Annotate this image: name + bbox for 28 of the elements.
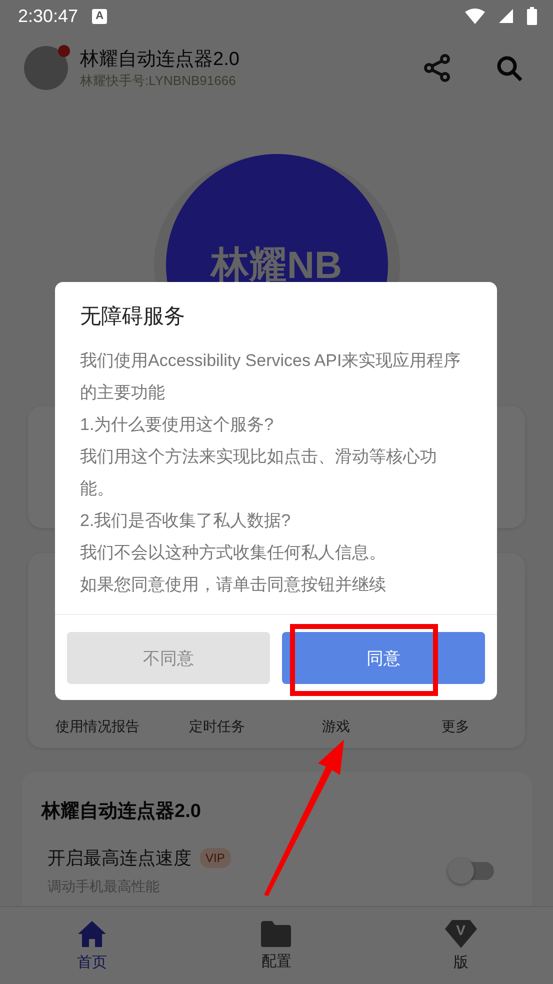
nav-tab[interactable]: 首页 — [0, 907, 184, 984]
home-icon — [76, 919, 108, 949]
app-title: 林耀自动连点器2.0 — [80, 48, 240, 72]
wifi-icon — [465, 8, 485, 24]
shortcut-label[interactable]: 游戏 — [276, 718, 396, 736]
battery-icon — [527, 7, 537, 25]
dialog-text: 如果您同意使用，请单击同意按钮并继续 — [80, 574, 387, 596]
card-title: 林耀自动连点器2.0 — [42, 800, 202, 824]
agree-button[interactable]: 同意 — [282, 632, 485, 684]
nav-tab[interactable]: 配置 — [184, 907, 369, 984]
dialog-text: 2.我们是否收集了私人数据? — [80, 510, 292, 532]
shortcut-label[interactable]: 更多 — [396, 718, 515, 736]
diamond-icon: V — [444, 919, 478, 949]
status-dot — [58, 45, 70, 57]
nav-tab[interactable]: V 版 — [368, 907, 553, 984]
dialog-text: 1.为什么要使用这个服务? — [80, 414, 275, 436]
vip-tag: VIP — [200, 848, 231, 868]
app-subtitle: 林耀快手号:LYNBNB91666 — [80, 72, 237, 90]
shortcut-label[interactable]: 使用情况报告 — [38, 718, 158, 736]
folder-icon — [259, 920, 294, 948]
shortcut-label[interactable]: 定时任务 — [157, 718, 276, 736]
notification-icon: A — [92, 8, 108, 24]
signal-icon — [499, 9, 513, 23]
dialog-text: 我们用这个方法来实现比如点击、滑动等核心功能。 — [80, 446, 438, 500]
disagree-button[interactable]: 不同意 — [67, 632, 270, 684]
dialog-text: 我们不会以这种方式收集任何私人信息。 — [80, 542, 387, 564]
status-time: 2:30:47 — [18, 6, 78, 26]
setting-label: 开启最高连点速度 — [48, 847, 192, 870]
